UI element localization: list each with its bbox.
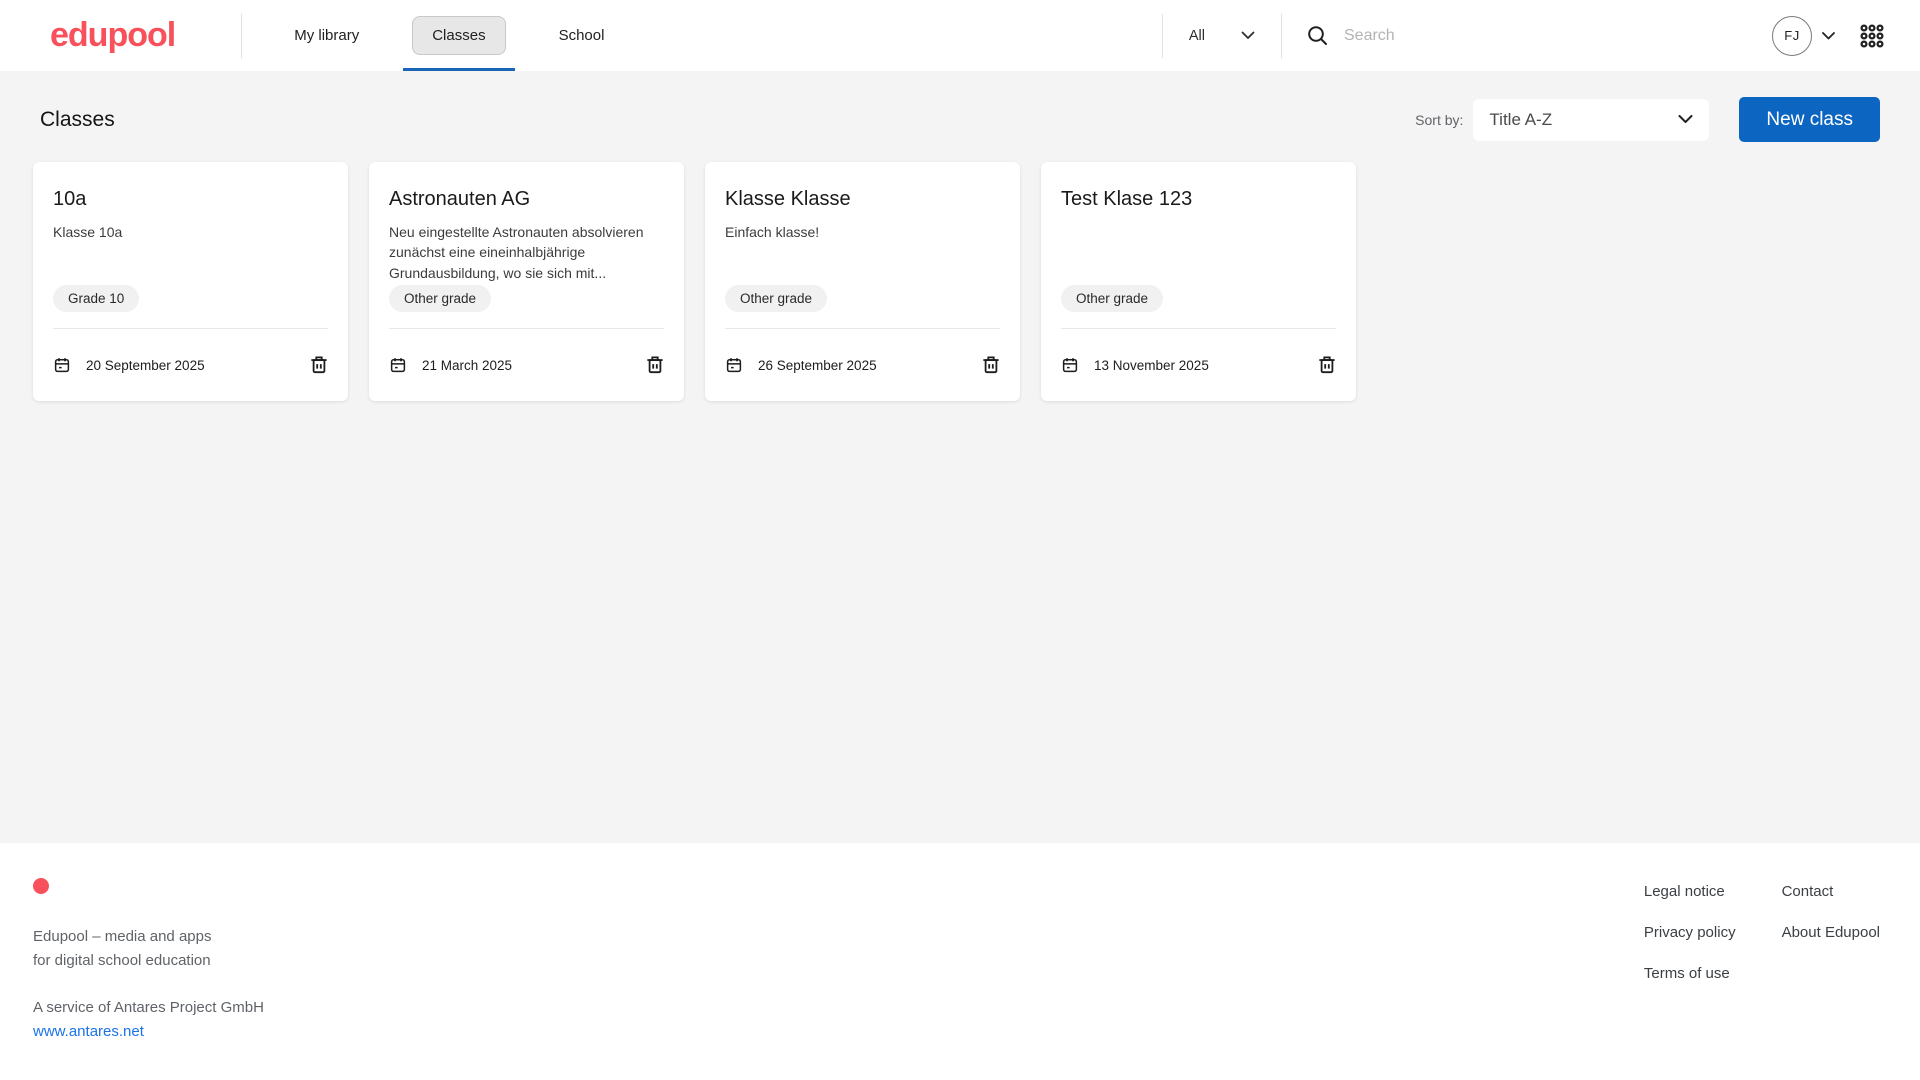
footer-link-contact[interactable]: Contact — [1782, 883, 1880, 900]
app-screen: edupool My library Classes School All Se… — [0, 0, 1920, 1080]
class-date: 26 September 2025 — [758, 357, 877, 373]
card-footer: 20 September 2025 — [53, 329, 328, 401]
delete-class-button[interactable] — [310, 355, 328, 375]
badge-row: Other grade — [725, 285, 1000, 312]
class-title: Test Klase 123 — [1061, 188, 1193, 210]
footer-link-legal-notice[interactable]: Legal notice — [1644, 883, 1736, 900]
apps-grid-icon[interactable] — [1859, 23, 1885, 49]
nav-item-my-library[interactable]: My library — [258, 0, 395, 71]
class-title: Klasse Klasse — [725, 188, 851, 210]
sort-group: Sort by: Title A-Z — [1415, 98, 1710, 141]
top-header: edupool My library Classes School All Se… — [0, 0, 1920, 71]
delete-class-button[interactable] — [1318, 355, 1336, 375]
page-title: Classes — [40, 107, 115, 131]
footer-brand: Edupool – media and apps for digital sch… — [33, 878, 264, 1080]
page-footer: Edupool – media and apps for digital sch… — [0, 843, 1920, 1080]
search-input[interactable] — [1344, 26, 1752, 45]
class-description: Klasse 10a — [53, 224, 123, 240]
class-description: Einfach klasse! — [725, 224, 820, 240]
sort-dropdown[interactable]: Title A-Z — [1473, 98, 1710, 141]
class-card[interactable]: Astronauten AG Neu eingestellte Astronau… — [369, 162, 684, 401]
trash-icon — [310, 355, 328, 375]
delete-class-button[interactable] — [982, 355, 1000, 375]
footer-tagline-2: for digital school education — [33, 952, 211, 969]
trash-icon — [1318, 355, 1336, 375]
nav-label: School — [558, 27, 605, 44]
sort-value: Title A-Z — [1489, 109, 1553, 129]
calendar-icon — [389, 356, 407, 374]
header-divider — [241, 13, 243, 58]
class-title: 10a — [53, 188, 87, 210]
chevron-down-icon — [1822, 31, 1835, 40]
footer-tagline-1: Edupool – media and apps — [33, 928, 212, 945]
class-title: Astronauten AG — [389, 188, 531, 210]
footer-links-col-1: Legal notice Privacy policy Terms of use — [1644, 883, 1736, 1080]
footer-link-privacy-policy[interactable]: Privacy policy — [1644, 924, 1736, 941]
grade-badge: Other grade — [1061, 285, 1164, 312]
nav-item-school[interactable]: School — [523, 0, 641, 71]
footer-link-terms-of-use[interactable]: Terms of use — [1644, 965, 1736, 982]
class-card[interactable]: 10a Klasse 10a Grade 10 20 September 202… — [33, 162, 348, 401]
footer-links: Legal notice Privacy policy Terms of use… — [1644, 878, 1880, 1080]
page-head: Classes Sort by: Title A-Z New class — [33, 97, 1880, 142]
main-nav: My library Classes School — [258, 0, 640, 71]
footer-link-about-edupool[interactable]: About Edupool — [1782, 924, 1880, 941]
grade-badge: Other grade — [725, 285, 828, 312]
card-footer: 21 March 2025 — [389, 329, 664, 401]
calendar-icon — [725, 356, 743, 374]
search-bar — [1282, 24, 1752, 47]
class-date: 20 September 2025 — [86, 357, 205, 373]
badge-row: Other grade — [389, 285, 664, 312]
nav-label: Classes — [412, 16, 506, 55]
card-footer: 13 November 2025 — [1061, 329, 1336, 401]
main-content: Classes Sort by: Title A-Z New class 10a — [0, 71, 1920, 843]
header-right: All FJ — [1161, 0, 1885, 71]
chevron-down-icon — [1241, 31, 1255, 40]
calendar-icon — [1061, 356, 1079, 374]
class-card[interactable]: Klasse Klasse Einfach klasse! Other grad… — [705, 162, 1020, 401]
class-date: 21 March 2025 — [422, 357, 513, 373]
nav-item-classes[interactable]: Classes — [395, 0, 522, 71]
class-date: 13 November 2025 — [1094, 357, 1209, 373]
grade-badge: Other grade — [389, 285, 492, 312]
class-description: Neu eingestellte Astronauten absolvieren… — [389, 224, 644, 281]
class-card[interactable]: Test Klase 123 Other grade 13 November 2… — [1041, 162, 1356, 401]
nav-label: My library — [294, 27, 360, 44]
footer-links-col-2: Contact About Edupool — [1782, 883, 1880, 1080]
grade-badge: Grade 10 — [53, 285, 140, 312]
avatar[interactable]: FJ — [1772, 15, 1812, 56]
card-footer: 26 September 2025 — [725, 329, 1000, 401]
user-menu[interactable]: FJ — [1772, 15, 1835, 56]
new-class-button[interactable]: New class — [1739, 97, 1880, 142]
badge-row: Other grade — [1061, 285, 1336, 312]
footer-service-line: A service of Antares Project GmbH — [33, 999, 264, 1016]
trash-icon — [646, 355, 664, 375]
edupool-logo[interactable]: edupool — [50, 16, 176, 55]
class-card-list: 10a Klasse 10a Grade 10 20 September 202… — [33, 162, 1880, 401]
antares-link[interactable]: www.antares.net — [33, 1023, 144, 1040]
sort-label: Sort by: — [1415, 111, 1464, 128]
calendar-icon — [53, 356, 71, 374]
search-scope-value: All — [1188, 27, 1205, 44]
badge-row: Grade 10 — [53, 285, 328, 312]
edupool-ring-logo — [33, 878, 49, 894]
delete-class-button[interactable] — [646, 355, 664, 375]
trash-icon — [982, 355, 1000, 375]
search-icon[interactable] — [1306, 24, 1329, 47]
head-controls: Sort by: Title A-Z New class — [1415, 97, 1880, 142]
chevron-down-icon — [1678, 115, 1693, 124]
search-scope-dropdown[interactable]: All — [1163, 28, 1281, 44]
